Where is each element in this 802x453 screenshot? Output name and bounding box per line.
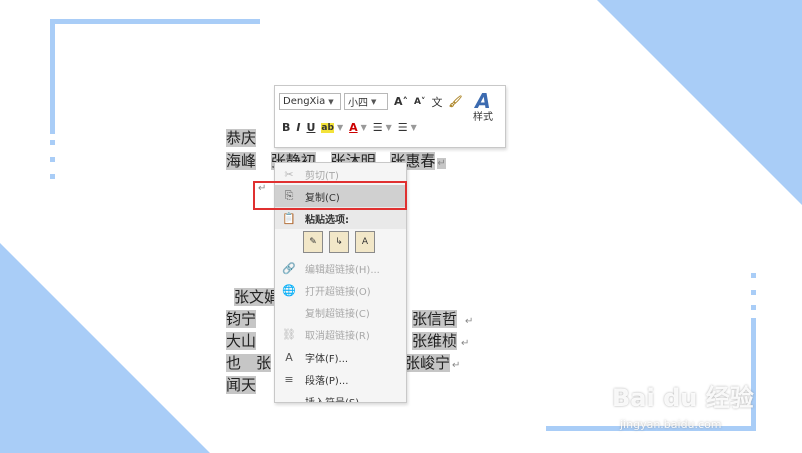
watermark-logo: Bai du 经验: [612, 384, 754, 412]
doc-text: 也 张: [226, 354, 272, 372]
menu-item-label: 打开超链接(O): [305, 286, 371, 298]
chevron-down-icon[interactable]: ▼: [337, 123, 343, 132]
doc-text: 海峰: [226, 152, 257, 170]
menu-item-label: 剪切(T): [305, 170, 339, 182]
doc-text: 大山: [226, 332, 257, 350]
doc-name: 张峻宁: [405, 354, 451, 372]
corner-triangle-bottom-left: [0, 243, 210, 453]
frame-dot: [751, 305, 756, 310]
styles-button[interactable]: A 样式: [467, 90, 499, 124]
chevron-down-icon: ▼: [328, 97, 334, 106]
doc-line: 张信哲 ↵: [412, 310, 473, 331]
paragraph-mark: ↵: [452, 360, 461, 371]
menu-item-font[interactable]: A 字体(F)...: [275, 346, 406, 368]
doc-line: 恭庆: [226, 129, 257, 148]
menu-item-label: 编辑超链接(H)...: [305, 264, 380, 276]
underline-button[interactable]: U: [306, 121, 315, 134]
frame-dot: [50, 157, 55, 162]
chevron-down-icon: ▼: [371, 97, 377, 106]
shrink-font-button[interactable]: A˅: [414, 97, 425, 107]
doc-line: 钧宁: [226, 310, 257, 329]
font-icon: A: [285, 350, 293, 364]
menu-item-insert-symbol[interactable]: 插入符号(S): [275, 390, 406, 403]
menu-item-label: 粘贴选项:: [305, 214, 349, 226]
frame-bar-left: [50, 19, 55, 134]
frame-dot: [751, 290, 756, 295]
merge-format-icon[interactable]: ↳: [329, 231, 349, 253]
menu-item-label: 段落(P)...: [305, 375, 349, 387]
menu-item-remove-hyperlink[interactable]: ⛓ 取消超链接(R): [275, 323, 406, 345]
styles-label: 样式: [473, 112, 493, 123]
menu-item-label: 取消超链接(R): [305, 330, 370, 342]
font-name-value: DengXia: [283, 96, 326, 107]
menu-item-paragraph[interactable]: ≡ 段落(P)...: [275, 368, 406, 390]
doc-text: 钧宁: [226, 310, 257, 328]
menu-item-label: 插入符号(S): [305, 397, 360, 403]
grow-font-button[interactable]: A˄: [394, 95, 408, 108]
keep-text-only-icon[interactable]: A: [355, 231, 375, 253]
numbering-icon[interactable]: ☰: [398, 121, 408, 134]
doc-line: 张维桢 ↵: [412, 332, 469, 353]
toolbar-row-font: DengXia ▼ 小四 ▼ A˄ A˅ 文 🖌: [279, 93, 465, 110]
font-color-button[interactable]: A: [349, 121, 358, 134]
font-size-combo[interactable]: 小四 ▼: [344, 93, 388, 110]
clipboard-icon: 📋: [282, 211, 296, 225]
frame-dot: [50, 140, 55, 145]
scissors-icon: ✂: [284, 167, 294, 181]
styles-icon: A: [475, 89, 491, 113]
paragraph-mark: ↵: [465, 316, 474, 327]
bold-button[interactable]: B: [282, 121, 290, 134]
hyperlink-icon: 🔗: [282, 261, 296, 275]
toolbar-row-format: B I U ab ▼ A ▼ ☰ ▼ ☰ ▼: [279, 121, 420, 134]
doc-name: 张维桢: [412, 332, 458, 350]
doc-text: 闻天: [226, 376, 257, 394]
copy-highlight-box: [253, 181, 407, 210]
menu-item-open-hyperlink[interactable]: 🌐 打开超链接(O): [275, 279, 406, 301]
font-name-combo[interactable]: DengXia ▼: [279, 93, 341, 110]
watermark-url: jingyan.baidu.com: [620, 418, 722, 431]
paragraph-mark: ↵: [461, 338, 470, 349]
bullets-icon[interactable]: ☰: [373, 121, 383, 134]
unlink-icon: ⛓: [282, 327, 296, 341]
doc-name: 张信哲: [412, 310, 458, 328]
font-size-value: 小四: [348, 98, 368, 109]
doc-line: 大山: [226, 332, 257, 351]
doc-text: 恭庆: [226, 129, 257, 147]
menu-item-label: 字体(F)...: [305, 353, 349, 365]
menu-header-paste-options: 📋 粘贴选项:: [275, 207, 406, 229]
chevron-down-icon[interactable]: ▼: [386, 123, 392, 132]
paragraph-mark: ↵: [437, 158, 446, 169]
corner-triangle-top-right: [597, 0, 802, 205]
mini-format-toolbar: DengXia ▼ 小四 ▼ A˄ A˅ 文 🖌 B I U ab ▼ A ▼ ☰ ▼ ☰…: [274, 85, 506, 148]
chevron-down-icon[interactable]: ▼: [411, 123, 417, 132]
paragraph-icon: ≡: [284, 372, 294, 386]
globe-icon: 🌐: [282, 283, 296, 297]
italic-button[interactable]: I: [296, 121, 300, 134]
chevron-down-icon[interactable]: ▼: [361, 123, 367, 132]
doc-line: 也 张: [226, 354, 272, 373]
doc-line: 张峻宁 ↵: [405, 354, 460, 375]
frame-bar-right: [751, 318, 756, 431]
frame-bar-top: [50, 19, 260, 24]
menu-item-label: 复制超链接(C): [305, 308, 370, 320]
phonetic-guide-button[interactable]: 文: [431, 94, 442, 110]
keep-source-format-icon[interactable]: ✎: [303, 231, 323, 253]
paste-options-row: ✎ ↳ A: [303, 231, 381, 253]
frame-dot: [50, 174, 55, 179]
menu-item-copy-hyperlink[interactable]: 复制超链接(C): [275, 301, 406, 323]
format-painter-icon[interactable]: 🖌: [448, 95, 462, 108]
doc-line: 闻天: [226, 376, 257, 395]
frame-dot: [751, 273, 756, 278]
highlight-button[interactable]: ab: [321, 122, 334, 133]
doc-text: 张文娟: [234, 288, 280, 306]
doc-line: 张文娟: [234, 288, 280, 307]
menu-item-edit-hyperlink[interactable]: 🔗 编辑超链接(H)...: [275, 257, 406, 279]
